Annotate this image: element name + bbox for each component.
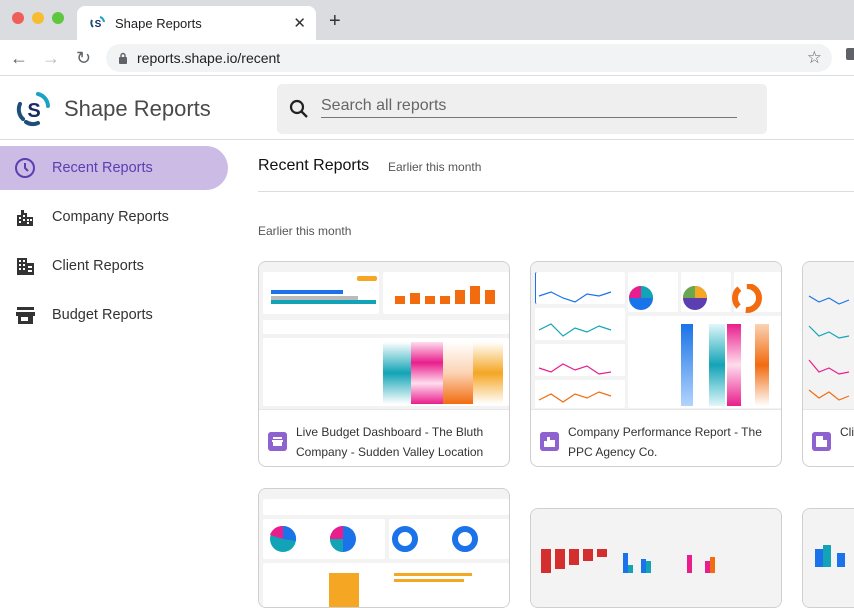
report-thumbnail — [259, 489, 509, 607]
search-icon — [289, 99, 308, 118]
close-window-button[interactable] — [12, 12, 24, 24]
office-icon — [812, 432, 831, 451]
browser-tab[interactable]: S Shape Reports ✕ — [77, 6, 316, 40]
lock-icon — [119, 52, 127, 64]
store-icon — [268, 432, 287, 451]
report-thumbnail — [531, 509, 781, 607]
report-card[interactable]: Client Reports Co — [802, 261, 854, 467]
report-thumbnail — [531, 262, 781, 410]
page-subtitle: Earlier this month — [388, 160, 482, 174]
search-input[interactable] — [321, 94, 737, 118]
report-card[interactable] — [802, 508, 854, 608]
maximize-window-button[interactable] — [52, 12, 64, 24]
sidebar-item-client-reports[interactable]: Client Reports — [0, 241, 240, 290]
svg-text:S: S — [95, 19, 102, 30]
report-title: Company Performance Report - The PPC Age… — [568, 425, 762, 459]
extension-icon[interactable] — [846, 48, 854, 60]
app-header: S Shape Reports — [0, 76, 854, 140]
buildings-icon — [17, 209, 33, 226]
store-icon — [16, 306, 35, 324]
browser-tabstrip: S Shape Reports ✕ + — [0, 0, 854, 40]
divider — [258, 191, 854, 192]
reload-button[interactable]: ↻ — [76, 48, 91, 69]
sidebar-item-budget-reports[interactable]: Budget Reports — [0, 290, 240, 339]
office-icon — [17, 257, 34, 275]
minimize-window-button[interactable] — [32, 12, 44, 24]
sidebar: Recent Reports Company Reports Client Re… — [0, 140, 240, 339]
report-title: Live Budget Dashboard - The Bluth Compan… — [296, 425, 484, 459]
favicon-icon: S — [90, 16, 105, 30]
svg-text:S: S — [27, 100, 40, 122]
section-label: Earlier this month — [258, 224, 352, 238]
page-title: Recent Reports — [258, 157, 370, 174]
address-bar[interactable]: reports.shape.io/recent ☆ — [106, 44, 832, 72]
tab-close-icon[interactable]: ✕ — [293, 14, 306, 32]
new-tab-button[interactable]: + — [329, 10, 341, 33]
sidebar-item-label: Client Reports — [52, 257, 144, 274]
sidebar-item-company-reports[interactable]: Company Reports — [0, 192, 240, 241]
shape-logo-icon: S — [16, 92, 50, 127]
buildings-icon — [540, 432, 559, 451]
browser-toolbar: ← → ↻ reports.shape.io/recent ☆ — [0, 40, 854, 76]
forward-button[interactable]: → — [42, 48, 60, 69]
report-title: Client Reports Co — [840, 425, 854, 439]
report-thumbnail — [259, 262, 509, 410]
report-card[interactable] — [530, 508, 782, 608]
back-button[interactable]: ← — [10, 48, 28, 69]
report-card[interactable]: Company Performance Report - The PPC Age… — [530, 261, 782, 467]
report-thumbnail — [803, 509, 854, 607]
report-card[interactable] — [258, 488, 510, 608]
sidebar-item-label: Budget Reports — [52, 306, 153, 323]
clock-icon — [15, 158, 35, 178]
sidebar-item-recent-reports[interactable]: Recent Reports — [0, 146, 228, 190]
report-card[interactable]: Live Budget Dashboard - The Bluth Compan… — [258, 261, 510, 467]
search-bar — [277, 84, 767, 134]
bookmark-star-icon[interactable]: ☆ — [807, 48, 822, 68]
report-thumbnail — [803, 262, 854, 410]
sidebar-item-label: Company Reports — [52, 208, 169, 225]
brand-name: Shape Reports — [64, 96, 211, 121]
tab-title: Shape Reports — [115, 15, 202, 31]
sidebar-item-label: Recent Reports — [52, 160, 153, 176]
url-text: reports.shape.io/recent — [137, 50, 281, 66]
